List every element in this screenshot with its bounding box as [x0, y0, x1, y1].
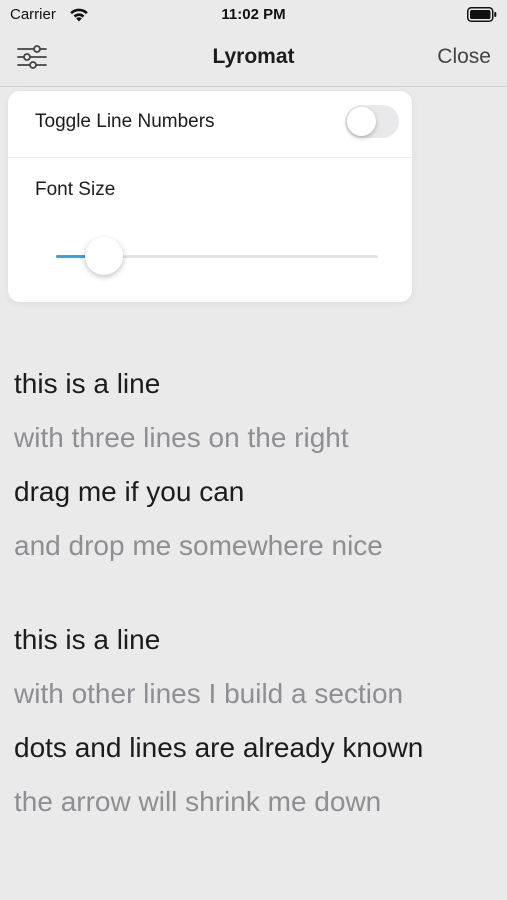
- close-button[interactable]: Close: [437, 45, 491, 69]
- lyric-line[interactable]: the arrow will shrink me down: [14, 775, 494, 829]
- lyric-line[interactable]: with other lines I build a section: [14, 667, 494, 721]
- lyric-line[interactable]: drag me if you can: [14, 465, 494, 519]
- toggle-line-numbers-label: Toggle Line Numbers: [35, 111, 215, 132]
- line-numbers-toggle[interactable]: [345, 105, 399, 138]
- lyric-line[interactable]: this is a line: [14, 357, 494, 411]
- lyric-line[interactable]: dots and lines are already known: [14, 721, 494, 775]
- line-numbers-row: Toggle Line Numbers: [8, 91, 412, 158]
- clock: 11:02 PM: [221, 6, 286, 23]
- lyric-line[interactable]: and drop me somewhere nice: [14, 519, 494, 573]
- font-size-slider[interactable]: [56, 233, 378, 279]
- battery-full-icon: [467, 7, 497, 22]
- slider-thumb[interactable]: [85, 237, 123, 275]
- status-bar: Carrier 11:02 PM: [0, 0, 507, 30]
- font-size-label: Font Size: [35, 179, 116, 200]
- lyric-line[interactable]: this is a line: [14, 613, 494, 667]
- lyric-section: this is a line with other lines I build …: [14, 613, 494, 829]
- lyric-line[interactable]: with three lines on the right: [14, 411, 494, 465]
- toggle-knob: [347, 107, 376, 136]
- settings-popover: Toggle Line Numbers Font Size: [8, 91, 412, 302]
- navigation-bar: Lyromat Close: [0, 30, 507, 87]
- nav-title: Lyromat: [212, 45, 295, 68]
- lyric-section: this is a line with three lines on the r…: [14, 357, 494, 573]
- lyrics-list: this is a line with three lines on the r…: [14, 280, 494, 829]
